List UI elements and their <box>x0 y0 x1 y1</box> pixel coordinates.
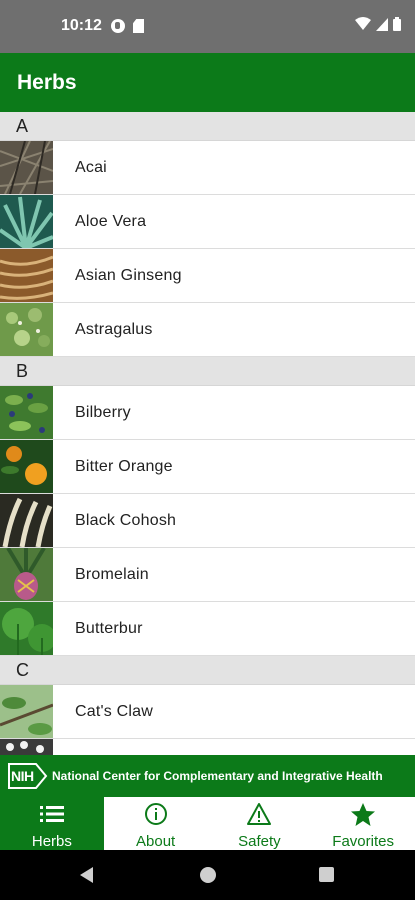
herb-name: Astragalus <box>75 320 153 338</box>
herb-item-astragalus[interactable]: Astragalus <box>0 303 415 357</box>
list-icon <box>39 801 64 827</box>
home-icon[interactable] <box>200 867 216 883</box>
herb-name: Bitter Orange <box>75 457 173 475</box>
status-bar: 10:12 <box>0 0 415 53</box>
herb-name: Bromelain <box>75 565 149 583</box>
status-time: 10:12 <box>61 17 102 34</box>
herb-thumbnail <box>0 141 53 194</box>
herb-thumbnail <box>0 195 53 248</box>
herb-thumbnail <box>0 440 53 493</box>
herb-item-cats-claw[interactable]: Cat's Claw <box>0 685 415 739</box>
herb-thumbnail <box>0 249 53 302</box>
tab-label: Herbs <box>31 833 72 850</box>
sd-card-icon <box>133 19 144 33</box>
herb-name: Black Cohosh <box>75 511 177 529</box>
tab-label: About <box>136 833 176 850</box>
tab-herbs[interactable]: Herbs <box>0 797 104 850</box>
back-icon[interactable] <box>80 867 93 883</box>
herb-name: Bilberry <box>75 403 131 421</box>
app-bar: Herbs <box>0 53 415 112</box>
tab-about[interactable]: About <box>104 797 208 850</box>
herb-thumbnail <box>0 303 53 356</box>
tab-safety[interactable]: Safety <box>208 797 312 850</box>
nih-logo: NIH <box>8 763 48 789</box>
herb-name: Aloe Vera <box>75 212 147 230</box>
herb-thumbnail <box>0 602 53 655</box>
tab-favorites[interactable]: Favorites <box>311 797 415 850</box>
page-title: Herbs <box>17 71 77 94</box>
herb-item-bromelain[interactable]: Bromelain <box>0 548 415 602</box>
herb-item-partial[interactable] <box>0 739 415 755</box>
herb-list[interactable]: A Acai Aloe Vera Asian Ginseng Astragalu… <box>0 112 415 755</box>
bottom-nav: Herbs About Safety Favorites <box>0 797 415 850</box>
herb-name: Acai <box>75 158 107 176</box>
herb-thumbnail <box>0 739 53 755</box>
herb-item-acai[interactable]: Acai <box>0 141 415 195</box>
nih-banner[interactable]: NIH National Center for Complementary an… <box>0 755 415 797</box>
info-icon <box>144 801 168 827</box>
warning-icon <box>246 801 272 827</box>
herb-thumbnail <box>0 685 53 738</box>
herb-item-aloe-vera[interactable]: Aloe Vera <box>0 195 415 249</box>
tab-label: Safety <box>238 833 281 850</box>
tab-label: Favorites <box>332 833 394 850</box>
herb-name: Butterbur <box>75 619 143 637</box>
herb-item-bitter-orange[interactable]: Bitter Orange <box>0 440 415 494</box>
herb-item-bilberry[interactable]: Bilberry <box>0 386 415 440</box>
recents-icon[interactable] <box>319 867 334 882</box>
battery-icon <box>393 17 401 31</box>
section-header-a: A <box>0 112 415 141</box>
herb-item-black-cohosh[interactable]: Black Cohosh <box>0 494 415 548</box>
herb-thumbnail <box>0 386 53 439</box>
herb-item-butterbur[interactable]: Butterbur <box>0 602 415 656</box>
herb-thumbnail <box>0 494 53 547</box>
section-header-b: B <box>0 357 415 386</box>
organization-name: National Center for Complementary and In… <box>52 769 383 783</box>
wifi-icon <box>355 17 371 30</box>
herb-name: Asian Ginseng <box>75 266 182 284</box>
notification-icon <box>111 19 125 33</box>
herb-item-asian-ginseng[interactable]: Asian Ginseng <box>0 249 415 303</box>
herb-thumbnail <box>0 548 53 601</box>
herb-name: Cat's Claw <box>75 702 153 720</box>
signal-icon <box>376 17 388 31</box>
system-nav-bar <box>0 850 415 900</box>
section-header-c: C <box>0 656 415 685</box>
star-icon <box>350 801 376 827</box>
